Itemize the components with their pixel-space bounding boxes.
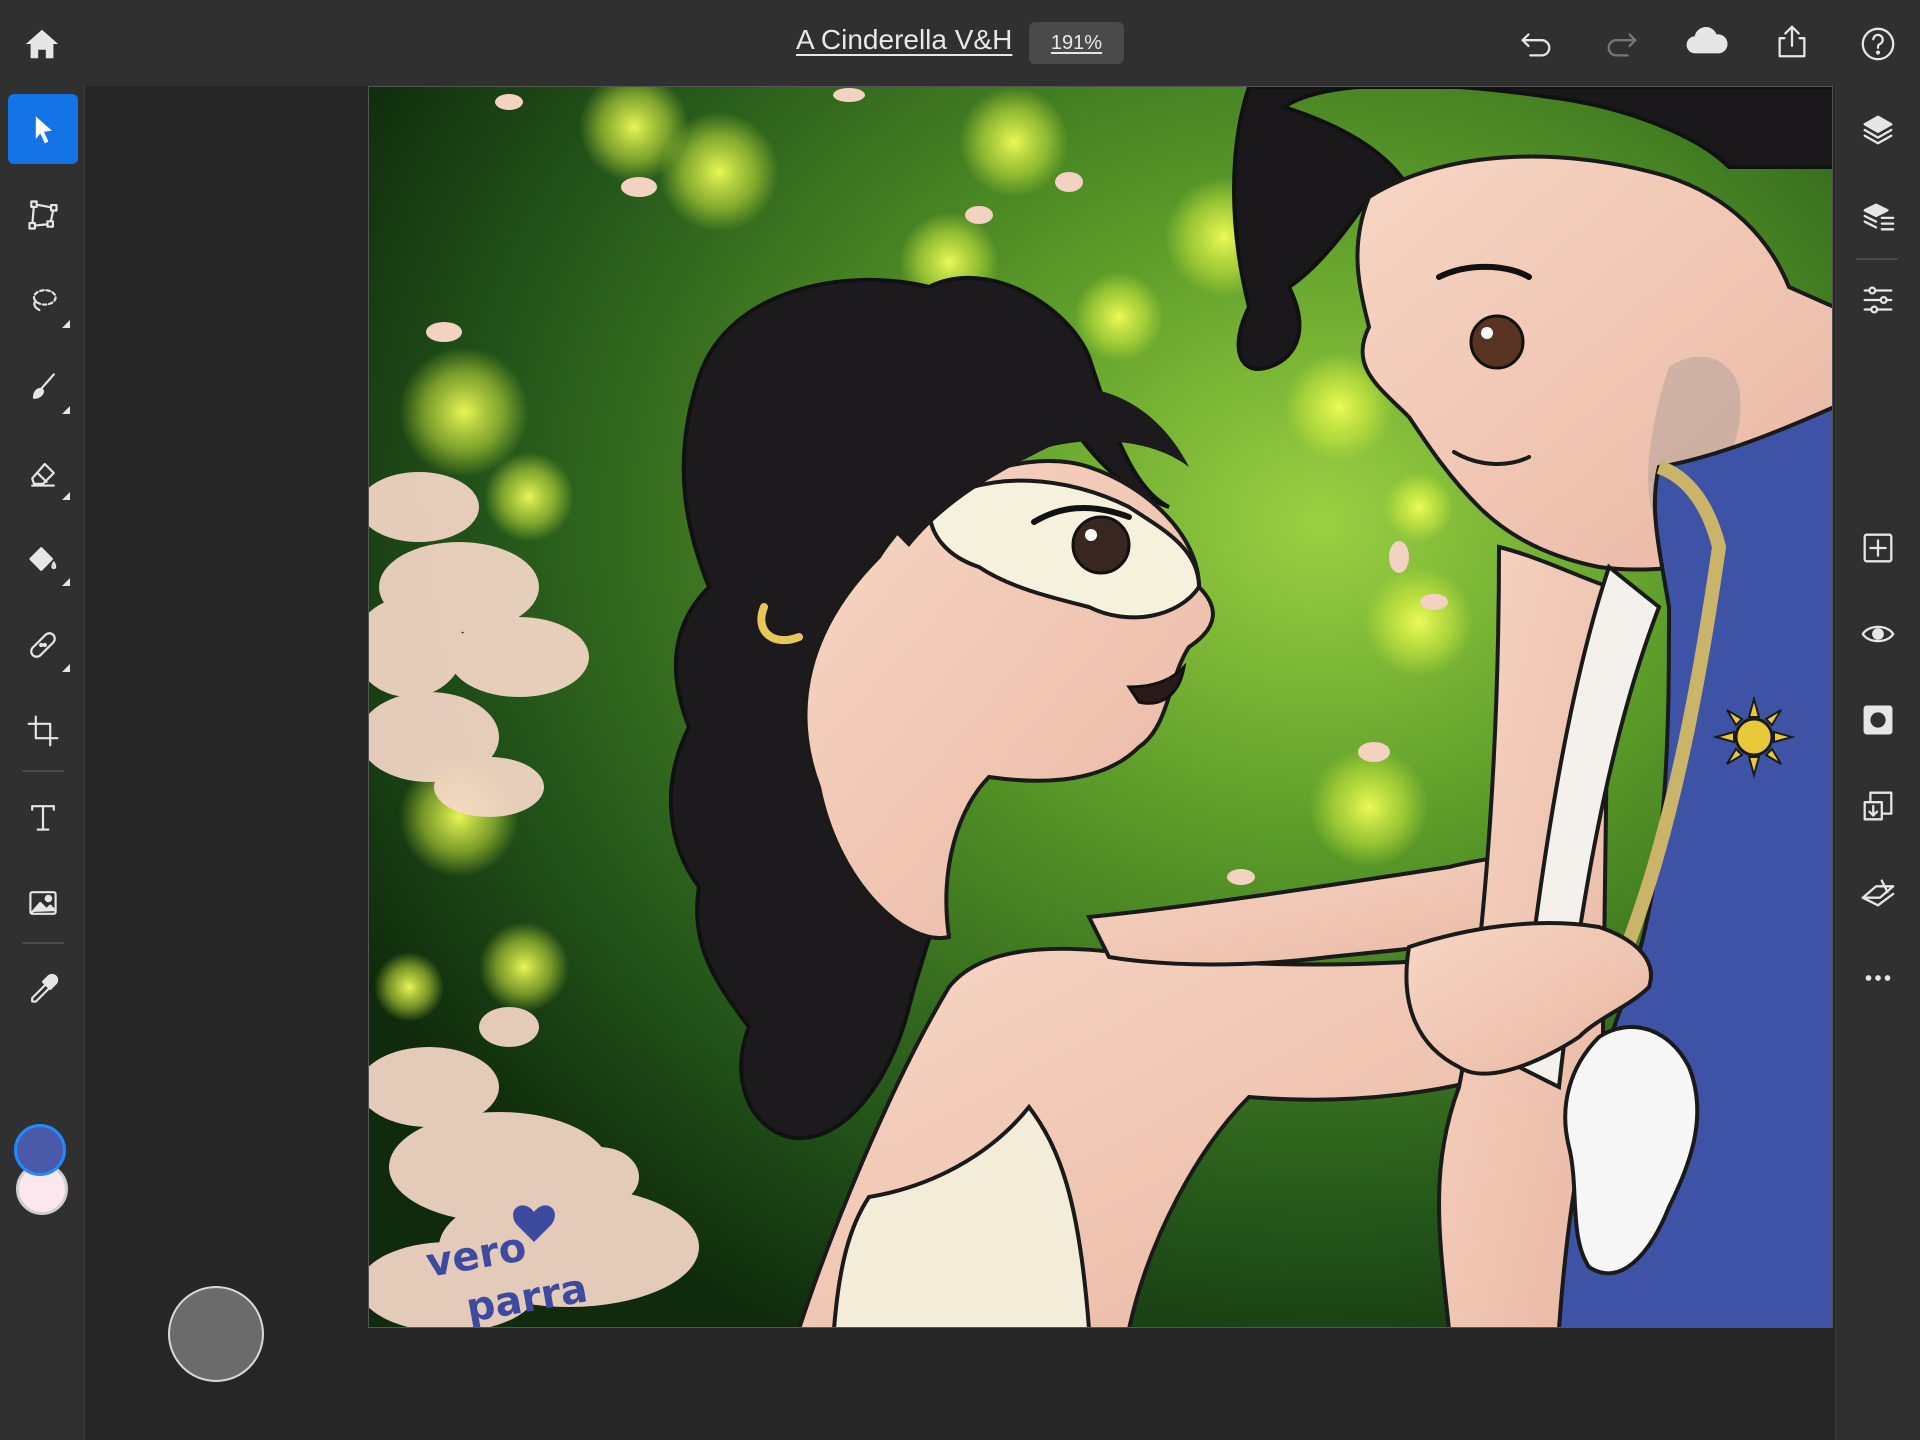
share-icon[interactable]: [1770, 20, 1814, 64]
man-eye: [1469, 314, 1525, 370]
brush-tool[interactable]: [8, 352, 78, 422]
touch-shortcut-button[interactable]: [168, 1286, 264, 1382]
transform-tool[interactable]: [8, 180, 78, 250]
woman-eye: [1071, 515, 1131, 575]
submenu-indicator: [62, 578, 70, 586]
submenu-indicator: [62, 664, 70, 672]
mask-icon[interactable]: [1856, 698, 1900, 742]
lasso-tool[interactable]: [8, 266, 78, 336]
clear-icon[interactable]: [1856, 870, 1900, 914]
toolbar-divider: [22, 770, 64, 772]
home-icon[interactable]: [20, 22, 64, 66]
more-icon[interactable]: [1856, 956, 1900, 1000]
submenu-indicator: [62, 492, 70, 500]
undo-icon[interactable]: [1514, 22, 1558, 66]
add-layer-icon[interactable]: [1856, 526, 1900, 570]
artwork-image: vero parra: [369, 87, 1832, 1327]
panel-divider: [1856, 258, 1898, 260]
crop-tool[interactable]: [8, 696, 78, 766]
type-tool[interactable]: [8, 782, 78, 852]
document-canvas[interactable]: vero parra: [368, 86, 1833, 1328]
place-image-tool[interactable]: [8, 868, 78, 938]
foreground-color-swatch[interactable]: [14, 1124, 66, 1176]
toolbar-divider: [22, 942, 64, 944]
redo-icon[interactable]: [1600, 22, 1644, 66]
sun-emblem: [1712, 695, 1796, 779]
fill-layer-icon[interactable]: [1856, 784, 1900, 828]
adjustments-icon[interactable]: [1856, 278, 1900, 322]
eraser-tool[interactable]: [8, 438, 78, 508]
top-bar: A Cinderella V&H 191%: [0, 0, 1920, 86]
layers-panel-bar: [1835, 86, 1920, 1440]
zoom-level[interactable]: 191%: [1029, 22, 1124, 64]
select-tool[interactable]: [8, 94, 78, 164]
tool-bar: [0, 86, 85, 1440]
visibility-icon[interactable]: [1856, 612, 1900, 656]
layer-properties-icon[interactable]: [1856, 194, 1900, 238]
document-title[interactable]: A Cinderella V&H: [796, 24, 1012, 56]
help-icon[interactable]: [1856, 22, 1900, 66]
heal-tool[interactable]: [8, 610, 78, 680]
eyedropper-tool[interactable]: [8, 954, 78, 1024]
layers-icon[interactable]: [1856, 108, 1900, 152]
submenu-indicator: [62, 406, 70, 414]
submenu-indicator: [62, 320, 70, 328]
cloud-icon[interactable]: [1682, 20, 1732, 64]
fill-tool[interactable]: [8, 524, 78, 594]
